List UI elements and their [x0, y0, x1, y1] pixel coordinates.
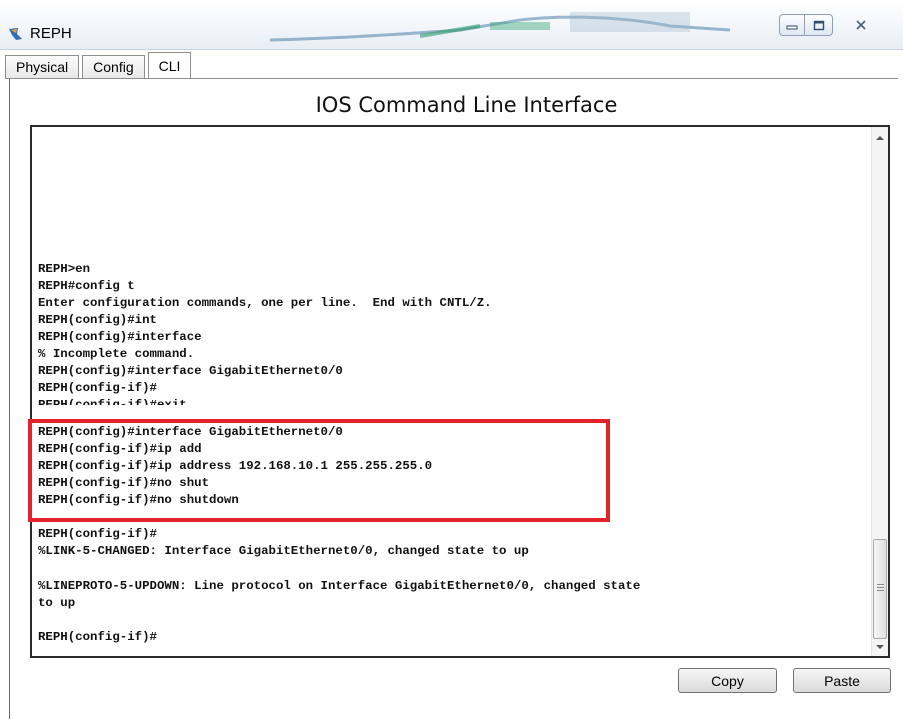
window-title: REPH [30, 25, 72, 42]
maximize-icon [813, 20, 824, 30]
terminal-line: %LINK-5-CHANGED: Interface GigabitEthern… [38, 544, 529, 558]
terminal-scrollbar[interactable] [871, 127, 888, 656]
terminal-line: REPH#config t [38, 279, 135, 293]
terminal-output[interactable]: REPH>en REPH#config t Enter configuratio… [38, 127, 870, 656]
title-bar-decoration [270, 12, 730, 42]
scrollbar-thumb[interactable] [873, 539, 887, 639]
terminal-line: %LINEPROTO-5-UPDOWN: Line protocol on In… [38, 579, 641, 593]
terminal-line: REPH>en [38, 262, 91, 276]
terminal-line: REPH(config)#interface GigabitEthernet0/… [38, 364, 343, 378]
cli-heading: IOS Command Line Interface [315, 93, 618, 117]
scroll-down-icon[interactable] [872, 638, 888, 655]
title-bar[interactable]: REPH [0, 0, 903, 50]
terminal-prompt: REPH(config-if)# [38, 630, 157, 644]
terminal-line: REPH(config)#int [38, 313, 157, 327]
close-icon [856, 20, 866, 30]
minimize-icon [786, 25, 798, 30]
window-controls [779, 14, 897, 40]
cli-terminal[interactable]: REPH>en REPH#config t Enter configuratio… [30, 125, 890, 658]
maximize-button[interactable] [805, 14, 833, 36]
tab-bar: Physical Config CLI [5, 52, 194, 79]
scroll-grip [877, 590, 884, 591]
scroll-grip [877, 587, 884, 588]
tab-config[interactable]: Config [82, 55, 145, 78]
tab-physical[interactable]: Physical [5, 55, 80, 78]
terminal-line: REPH(config)#interface [38, 330, 202, 344]
highlight-annotation-box [28, 419, 610, 522]
terminal-line-partially-hidden: REPH(config-if)#exit [38, 398, 187, 405]
terminal-line: Enter configuration commands, one per li… [38, 296, 492, 310]
tab-cli[interactable]: CLI [147, 52, 192, 78]
copy-button[interactable]: Copy [678, 668, 777, 693]
terminal-line: REPH(config-if)# [38, 381, 157, 395]
terminal-line: REPH(config-if)# [38, 527, 157, 541]
panel-left-border [9, 79, 10, 719]
minimize-button[interactable] [779, 14, 805, 36]
terminal-line: % Incomplete command. [38, 347, 195, 361]
terminal-line: to up [38, 596, 76, 610]
close-button[interactable] [841, 14, 881, 36]
scroll-up-icon[interactable] [872, 129, 888, 146]
tab-divider [5, 78, 898, 79]
scroll-grip [877, 584, 884, 585]
paste-button[interactable]: Paste [793, 668, 891, 693]
router-app-icon [9, 28, 22, 40]
